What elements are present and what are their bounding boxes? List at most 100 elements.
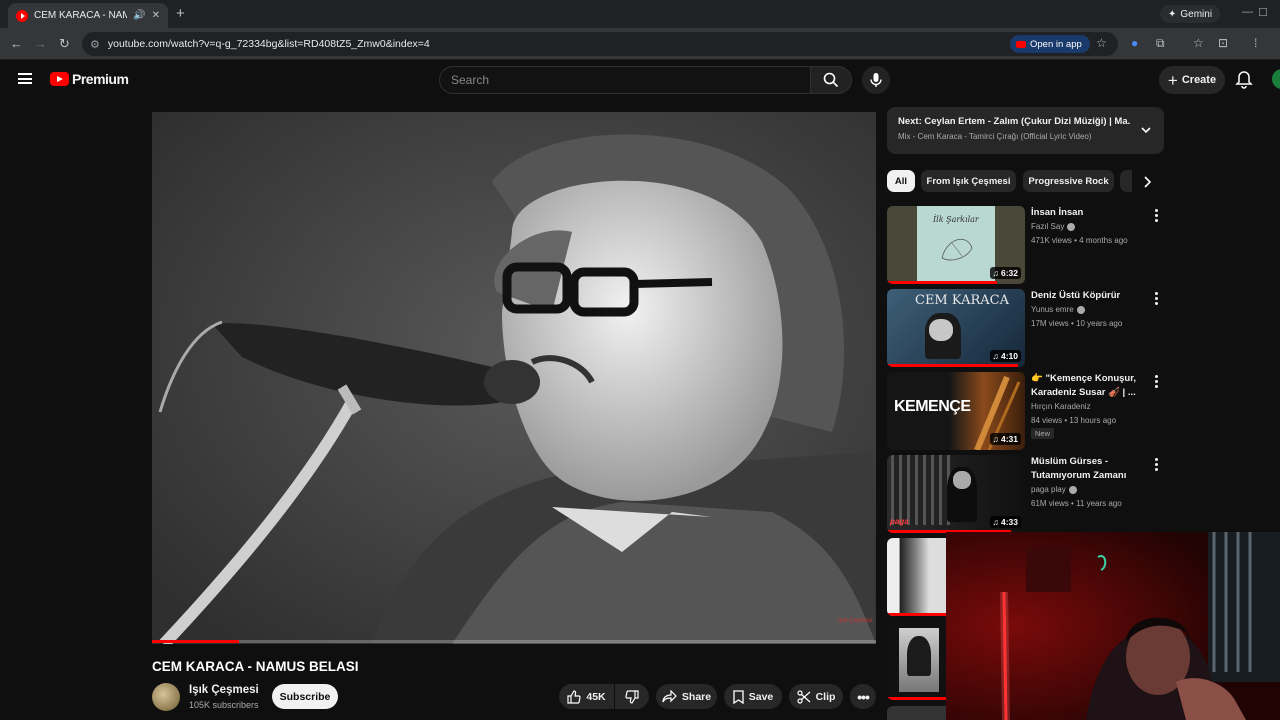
video-thumbnail[interactable] [887, 538, 947, 616]
speaker-icon[interactable]: 🔊 [133, 10, 145, 21]
clip-label: Clip [815, 690, 836, 703]
recommendation-meta: 84 views • 13 hours ago [1031, 416, 1117, 425]
address-bar: ← → ↻ ⚙ youtube.com/watch?v=q-g_72334bg&… [0, 28, 1280, 60]
duration-badge: ♫ 4:10 [989, 350, 1021, 362]
video-thumbnail[interactable]: CEM KARACA ♫ 4:10 [887, 289, 1025, 367]
share-button[interactable]: Share [656, 684, 717, 709]
recommendation-item[interactable]: paga ♫ 4:33 Müslüm Gürses - Tutamıyorum Z… [887, 455, 1167, 533]
minimize-icon[interactable]: — [1242, 6, 1253, 18]
save-label: Save [748, 690, 774, 703]
recommendation-title[interactable]: Müslüm Gürses - Tutamıyorum Zamanı [1031, 455, 1143, 482]
extension-badge-icon[interactable]: ● [1131, 36, 1138, 50]
youtube-logo[interactable]: Premium [50, 71, 129, 87]
chevron-down-icon[interactable] [1140, 124, 1152, 136]
chip-overflow [1120, 170, 1132, 192]
video-thumbnail[interactable]: KEMENÇE ♫ 4:31 [887, 372, 1025, 450]
clip-button[interactable]: Clip [789, 684, 843, 709]
youtube-play-icon [50, 72, 69, 86]
webcam-feed-image [946, 532, 1280, 720]
music-note-icon: ♫ [992, 268, 999, 278]
search-icon [823, 72, 839, 88]
reload-icon[interactable]: ↻ [59, 36, 70, 52]
forward-icon[interactable]: → [34, 36, 47, 51]
recommendation-channel[interactable]: paga play [1031, 485, 1077, 494]
dislike-button[interactable] [615, 684, 649, 709]
gemini-button[interactable]: ✦ Gemini [1160, 5, 1221, 23]
youtube-icon [1016, 40, 1026, 48]
notifications-bell-icon[interactable] [1235, 70, 1253, 89]
maximize-icon[interactable]: ☐ [1258, 6, 1268, 19]
voice-search-button[interactable] [862, 66, 890, 94]
video-player[interactable] [152, 112, 876, 644]
music-note-icon: ♫ [992, 517, 999, 527]
bookmark-star-icon[interactable]: ☆ [1096, 36, 1107, 50]
share-label: Share [681, 690, 712, 703]
hamburger-menu-icon[interactable] [18, 73, 32, 84]
new-badge: New [1031, 428, 1055, 439]
thumbnail-caption: CEM KARACA [915, 293, 1009, 308]
back-icon[interactable]: ← [10, 36, 23, 51]
recommendation-title[interactable]: 👉 "Kemençe Konuşur, Karadeniz Susar 🎻 | … [1031, 372, 1143, 399]
open-in-app-button[interactable]: Open in app [1010, 35, 1090, 53]
recommendation-item[interactable]: CEM KARACA ♫ 4:10 Deniz Üstü Köpürür Yunu… [887, 289, 1167, 367]
more-vertical-icon[interactable] [1155, 209, 1159, 224]
tab-search-icon[interactable]: ⊡ [1218, 36, 1228, 50]
chevron-right-icon[interactable] [1140, 175, 1154, 189]
verified-icon [1076, 305, 1085, 314]
plus-icon: + [1167, 70, 1178, 90]
site-settings-icon[interactable]: ⚙ [90, 38, 100, 51]
more-horizontal-icon: ••• [857, 688, 870, 705]
save-button[interactable]: Save [724, 684, 782, 709]
video-thumbnail[interactable]: paga ♫ 4:33 [887, 455, 1025, 533]
more-vertical-icon[interactable] [1155, 375, 1159, 390]
recommendation-channel[interactable]: Hırçın Karadeniz [1031, 402, 1091, 411]
music-note-icon: ♫ [992, 351, 999, 361]
recommendation-item[interactable]: İlk Şarkılar ♫ 6:32 İnsan İnsan Fazıl Say… [887, 206, 1167, 284]
subscribe-button[interactable]: Subscribe [272, 684, 338, 709]
video-thumbnail[interactable] [887, 706, 947, 720]
video-thumbnail[interactable]: İlk Şarkılar ♫ 6:32 [887, 206, 1025, 284]
close-tab-icon[interactable]: ✕ [152, 10, 160, 21]
browser-tab[interactable]: CEM KARACA - NAMUS BELASI 🔊 ✕ [8, 3, 168, 28]
recommendation-title[interactable]: Deniz Üstü Köpürür [1031, 289, 1143, 303]
channel-avatar[interactable] [152, 683, 180, 711]
browser-tab-strip: CEM KARACA - NAMUS BELASI 🔊 ✕ + ✦ Gemini… [0, 0, 1280, 28]
search-button[interactable] [810, 66, 852, 94]
extensions-icon[interactable]: ⧉ [1156, 36, 1165, 51]
search-input[interactable]: Search [439, 66, 811, 94]
create-button[interactable]: + Create [1159, 66, 1225, 94]
more-actions-button[interactable]: ••• [850, 684, 876, 709]
video-title: CEM KARACA - NAMUS BELASI [152, 659, 359, 674]
account-avatar[interactable] [1272, 69, 1280, 89]
music-note-icon: ♫ [992, 434, 999, 444]
new-tab-icon[interactable]: + [176, 5, 185, 22]
duration-badge: ♫ 4:31 [989, 433, 1021, 445]
chip-progressive-rock[interactable]: Progressive Rock [1023, 170, 1114, 192]
like-button[interactable]: 45K [559, 684, 614, 709]
bookmarks-icon[interactable]: ☆ [1193, 36, 1204, 50]
webcam-overlay [946, 532, 1280, 720]
gemini-label: Gemini [1180, 8, 1213, 20]
more-vertical-icon[interactable] [1155, 292, 1159, 307]
channel-name[interactable]: Işık Çeşmesi [189, 684, 259, 696]
recommendation-title[interactable]: İnsan İnsan [1031, 206, 1143, 220]
subscriber-count: 105K subscribers [189, 700, 259, 710]
like-count: 45K [586, 690, 606, 703]
chip-from-channel[interactable]: From Işık Çeşmesi [921, 170, 1016, 192]
chip-all[interactable]: All [887, 170, 915, 192]
video-progress-bar[interactable] [152, 640, 876, 643]
video-thumbnail[interactable] [887, 622, 947, 700]
menu-icon[interactable]: ⁞ [1254, 36, 1257, 50]
url-field[interactable]: ⚙ youtube.com/watch?v=q-g_72334bg&list=R… [82, 32, 1118, 56]
recommendation-channel[interactable]: Fazıl Say [1031, 222, 1076, 231]
recommendation-channel[interactable]: Yunus emre [1031, 305, 1085, 314]
recommendation-meta: 471K views • 4 months ago [1031, 236, 1128, 245]
thumbs-down-icon [625, 689, 639, 704]
more-vertical-icon[interactable] [1155, 458, 1159, 473]
up-next-card[interactable]: Next: Ceylan Ertem - Zalım (Çukur Dizi M… [887, 107, 1164, 154]
recommendation-item[interactable]: KEMENÇE ♫ 4:31 👉 "Kemençe Konuşur, Karade… [887, 372, 1167, 450]
thumbnail-caption: KEMENÇE [894, 398, 971, 415]
watched-progress [887, 281, 998, 284]
next-video-title: Next: Ceylan Ertem - Zalım (Çukur Dizi M… [898, 116, 1130, 127]
watched-progress [887, 364, 1019, 367]
